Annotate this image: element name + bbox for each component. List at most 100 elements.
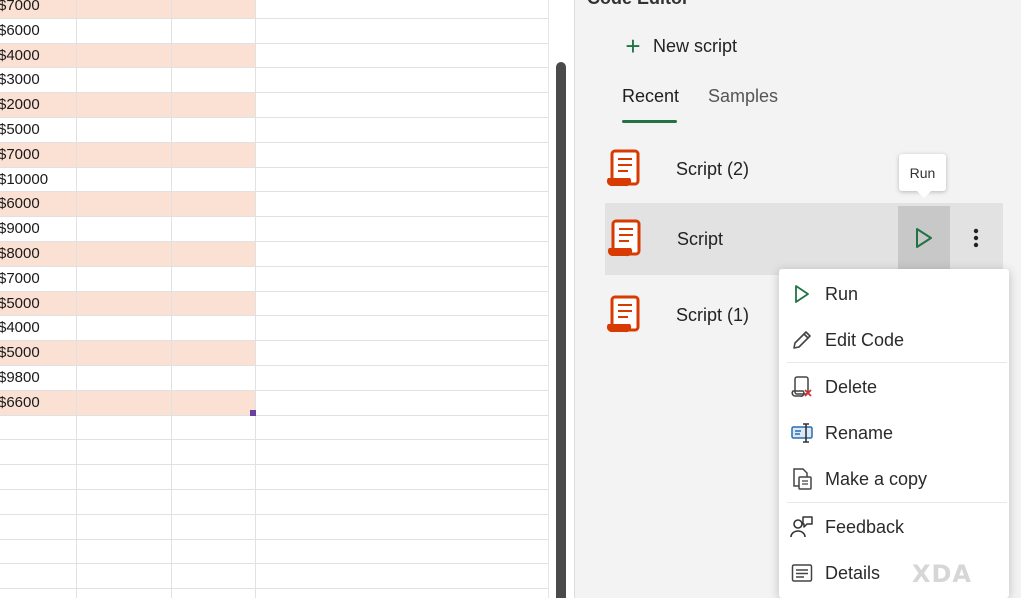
sheet-row[interactable]: $7000 <box>0 0 548 19</box>
sheet-cell[interactable]: $7000 <box>0 142 77 167</box>
sheet-cell[interactable] <box>172 341 256 365</box>
sheet-cell[interactable] <box>172 167 256 192</box>
sheet-cell[interactable] <box>256 217 548 241</box>
sheet-cell[interactable] <box>172 0 256 18</box>
sheet-cell[interactable] <box>77 142 172 167</box>
sheet-cell[interactable] <box>77 43 172 68</box>
sheet-cell[interactable] <box>172 43 256 68</box>
sheet-cell[interactable]: $5000 <box>0 118 77 142</box>
sheet-cell[interactable] <box>172 118 256 142</box>
sheet-row[interactable] <box>0 465 548 490</box>
sheet-cell[interactable]: $9800 <box>0 366 77 390</box>
sheet-cell[interactable] <box>172 564 256 589</box>
sheet-cell[interactable]: $7000 <box>0 0 77 18</box>
sheet-cell[interactable] <box>0 440 77 465</box>
sheet-row[interactable]: $3000 <box>0 68 548 94</box>
sheet-cell[interactable] <box>77 589 172 598</box>
menu-item-rename[interactable]: Rename <box>779 411 1009 455</box>
sheet-cell[interactable]: $10000 <box>0 167 77 192</box>
sheet-cell[interactable] <box>77 490 172 514</box>
sheet-cell[interactable] <box>77 366 172 390</box>
sheet-cell[interactable] <box>77 266 172 291</box>
sheet-row[interactable] <box>0 514 548 540</box>
sheet-cell[interactable] <box>77 514 172 539</box>
sheet-row[interactable] <box>0 539 548 565</box>
sheet-cell[interactable] <box>77 93 172 117</box>
sheet-cell[interactable] <box>172 366 256 390</box>
sheet-row[interactable]: $5000 <box>0 341 548 366</box>
sheet-cell[interactable] <box>256 19 548 43</box>
sheet-cell[interactable] <box>77 390 172 415</box>
sheet-cell[interactable] <box>0 589 77 598</box>
sheet-cell[interactable]: $6600 <box>0 390 77 415</box>
sheet-cell[interactable] <box>256 341 548 365</box>
sheet-cell[interactable] <box>172 539 256 564</box>
menu-item-edit-code[interactable]: Edit Code <box>779 318 1009 362</box>
sheet-cell[interactable] <box>77 18 172 43</box>
sheet-cell[interactable] <box>256 589 548 598</box>
sheet-cell[interactable] <box>77 564 172 589</box>
menu-item-make-copy[interactable]: Make a copy <box>779 457 1009 501</box>
sheet-cell[interactable] <box>172 18 256 43</box>
sheet-cell[interactable] <box>256 416 548 440</box>
sheet-row[interactable]: $2000 <box>0 93 548 118</box>
sheet-cell[interactable] <box>256 93 548 117</box>
sheet-row[interactable] <box>0 589 548 598</box>
sheet-cell[interactable] <box>256 292 548 316</box>
sheet-cell[interactable] <box>172 514 256 539</box>
sheet-cell[interactable] <box>256 440 548 464</box>
sheet-row[interactable] <box>0 490 548 515</box>
sheet-cell[interactable] <box>0 415 77 440</box>
sheet-cell[interactable] <box>172 390 256 415</box>
sheet-cell[interactable]: $5000 <box>0 341 77 365</box>
new-script-button[interactable]: + New script <box>621 32 737 60</box>
sheet-cell[interactable]: $2000 <box>0 93 77 117</box>
sheet-cell[interactable] <box>256 242 548 266</box>
sheet-row[interactable]: $4000 <box>0 316 548 342</box>
sheet-cell[interactable] <box>77 539 172 564</box>
sheet-row[interactable] <box>0 564 548 590</box>
sheet-cell[interactable] <box>256 44 548 68</box>
sheet-cell[interactable] <box>256 68 548 92</box>
sheet-cell[interactable]: $9000 <box>0 217 77 241</box>
sheet-cell[interactable] <box>172 242 256 266</box>
sheet-cell[interactable] <box>0 539 77 564</box>
sheet-cell[interactable] <box>172 415 256 440</box>
sheet-row[interactable]: $4000 <box>0 43 548 69</box>
sheet-cell[interactable] <box>172 93 256 117</box>
sheet-cell[interactable] <box>256 118 548 142</box>
sheet-cell[interactable]: $4000 <box>0 316 77 341</box>
sheet-cell[interactable] <box>77 242 172 266</box>
sheet-cell[interactable] <box>256 564 548 588</box>
sheet-row[interactable]: $5000 <box>0 118 548 143</box>
menu-item-run[interactable]: Run <box>779 272 1009 316</box>
menu-item-details[interactable]: Details <box>779 551 1009 595</box>
menu-item-delete[interactable]: Delete <box>779 365 1009 409</box>
sheet-cell[interactable] <box>0 564 77 589</box>
sheet-cell[interactable] <box>77 440 172 465</box>
sheet-cell[interactable] <box>172 266 256 291</box>
sheet-row[interactable]: $7000 <box>0 266 548 292</box>
sheet-row[interactable]: $6000 <box>0 18 548 44</box>
sheet-cell[interactable] <box>77 316 172 341</box>
sheet-cell[interactable] <box>256 391 548 415</box>
sheet-cell[interactable] <box>77 341 172 365</box>
sheet-cell[interactable]: $3000 <box>0 68 77 93</box>
sheet-row[interactable]: $8000 <box>0 242 548 267</box>
sheet-cell[interactable] <box>0 490 77 514</box>
sheet-row[interactable]: $9000 <box>0 217 548 242</box>
sheet-cell[interactable] <box>172 217 256 241</box>
menu-item-feedback[interactable]: Feedback <box>779 505 1009 549</box>
sheet-row[interactable]: $6000 <box>0 192 548 218</box>
sheet-cell[interactable] <box>0 514 77 539</box>
sheet-cell[interactable] <box>256 316 548 340</box>
sheet-row[interactable] <box>0 415 548 441</box>
sheet-row[interactable]: $10000 <box>0 167 548 193</box>
sheet-cell[interactable] <box>77 167 172 192</box>
tab-recent[interactable]: Recent <box>622 86 679 107</box>
sheet-row[interactable]: $9800 <box>0 366 548 391</box>
sheet-cell[interactable] <box>172 490 256 514</box>
sheet-row[interactable]: $6600 <box>0 390 548 416</box>
sheet-cell[interactable] <box>256 0 548 18</box>
sheet-row[interactable]: $7000 <box>0 142 548 168</box>
